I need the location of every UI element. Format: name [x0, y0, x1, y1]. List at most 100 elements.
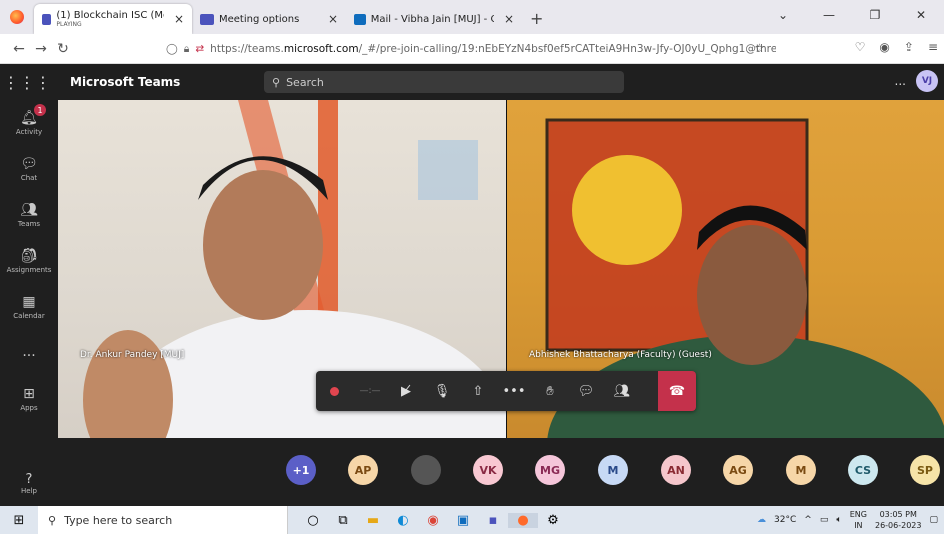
- close-window-icon[interactable]: ✕: [898, 8, 944, 22]
- url-path: /_#/pre-join-calling/19:nEbEYzN4bsf0ef5r…: [358, 43, 776, 55]
- share-button[interactable]: ⇧: [460, 371, 496, 411]
- search-placeholder: Search: [286, 75, 324, 89]
- back-icon[interactable]: ←: [8, 41, 30, 57]
- chat-icon: 💬︎: [577, 383, 595, 399]
- rail-item-assignments[interactable]: 🎒︎ Assignments: [0, 238, 58, 284]
- tab-list-icon[interactable]: ⌄: [760, 8, 806, 22]
- more-icon: •••: [502, 383, 526, 399]
- hang-up-icon: ☎: [668, 383, 686, 399]
- language-indicator[interactable]: ENG IN: [850, 509, 867, 531]
- user-avatar[interactable]: VJ: [916, 70, 938, 92]
- rail-item-help[interactable]: ? Help: [0, 472, 58, 506]
- tab-title: (1) Blockchain ISC (Meeting) | M: [56, 10, 164, 21]
- address-bar[interactable]: ◯ 🔒︎ ⇄ https://teams. microsoft.com/_#/pr…: [166, 37, 776, 61]
- participant-avatar[interactable]: CS: [848, 455, 878, 485]
- firefox-icon[interactable]: ●: [508, 512, 538, 528]
- participant-avatar[interactable]: +1: [286, 455, 316, 485]
- weather-icon[interactable]: ☁: [757, 515, 766, 525]
- app-launcher-icon[interactable]: ⋮⋮⋮: [0, 73, 54, 92]
- teams-icon[interactable]: ▪: [478, 513, 508, 528]
- notification-icon[interactable]: ▢: [929, 515, 938, 525]
- more-options-icon[interactable]: ...: [895, 74, 906, 88]
- share-icon: ⇧: [472, 383, 484, 399]
- close-tab-icon[interactable]: ×: [174, 12, 184, 26]
- participant-avatar[interactable]: MG: [535, 455, 565, 485]
- new-tab-button[interactable]: +: [530, 9, 543, 28]
- clock[interactable]: 03:05 PM 26-06-2023: [875, 509, 922, 531]
- more-actions-button[interactable]: •••: [496, 371, 532, 411]
- tab-meeting-options[interactable]: Meeting options ×: [192, 4, 346, 34]
- rail-item-activity[interactable]: 🔔︎ 1 Activity: [0, 100, 58, 146]
- close-tab-icon[interactable]: ×: [328, 12, 338, 26]
- participant-avatar[interactable]: AN: [661, 455, 691, 485]
- firefox-icon[interactable]: [0, 0, 34, 34]
- menu-icon[interactable]: ≡: [928, 40, 938, 54]
- rail-item-apps[interactable]: ⊞ Apps: [0, 376, 58, 422]
- people-button[interactable]: 👥︎: [604, 371, 640, 411]
- participant-avatar[interactable]: SP: [910, 455, 940, 485]
- chat-button[interactable]: 💬︎: [568, 371, 604, 411]
- reload-icon[interactable]: ↻: [52, 41, 74, 57]
- rail-item-more[interactable]: ...: [0, 330, 58, 376]
- shield-icon[interactable]: ◯: [166, 43, 178, 55]
- record-button[interactable]: [316, 371, 352, 411]
- raise-hand-button[interactable]: ✋︎: [532, 371, 568, 411]
- mic-button[interactable]: 🎙︎: [424, 371, 460, 411]
- rail-label: Apps: [20, 404, 38, 412]
- pocket-icon[interactable]: ♡: [855, 40, 866, 54]
- edge-icon[interactable]: ◐: [388, 513, 418, 528]
- outlook-icon[interactable]: ▣: [448, 513, 478, 528]
- forward-icon[interactable]: →: [30, 41, 52, 57]
- rail-label: Chat: [20, 174, 38, 182]
- participant-2-name: Abhishek Bhattacharya (Faculty) (Guest): [529, 350, 712, 360]
- teams-tab-icon: [200, 13, 214, 25]
- network-icon[interactable]: ▭: [820, 515, 829, 525]
- assignments-icon: 🎒︎: [20, 248, 38, 264]
- window-controls: ⌄ — ❐ ✕: [760, 0, 944, 30]
- record-icon: [329, 386, 339, 396]
- permissions-icon[interactable]: ⇄: [195, 43, 204, 55]
- camera-button[interactable]: ▶̸: [388, 371, 424, 411]
- minimize-icon[interactable]: —: [806, 8, 852, 22]
- cortana-icon[interactable]: ○: [298, 513, 328, 528]
- rail-label: Activity: [15, 128, 43, 136]
- calendar-icon: ▦: [22, 294, 36, 310]
- volume-icon[interactable]: 🔈︎: [836, 515, 841, 525]
- settings-icon[interactable]: ⚙: [538, 513, 568, 528]
- apps-icon: ⊞: [23, 386, 35, 402]
- tab-teams-meeting[interactable]: (1) Blockchain ISC (Meeting) | MPLAYING …: [34, 4, 192, 34]
- lang-label: ENG: [849, 510, 867, 519]
- restore-icon[interactable]: ❐: [852, 8, 898, 22]
- windows-start-icon[interactable]: ⊞: [0, 513, 38, 528]
- tray-chevron-icon[interactable]: ^: [804, 515, 812, 525]
- bookmark-star-icon[interactable]: ☆: [754, 41, 765, 55]
- teams-header: ⋮⋮⋮ Microsoft Teams ⚲ Search ... VJ: [0, 64, 944, 100]
- toolbar-icons: ♡ ◉ ⇪ ≡: [855, 40, 938, 54]
- participant-avatar[interactable]: AP: [348, 455, 378, 485]
- account-icon[interactable]: ◉: [879, 40, 889, 54]
- close-tab-icon[interactable]: ×: [504, 12, 514, 26]
- search-input[interactable]: ⚲ Search: [264, 71, 624, 93]
- extensions-icon[interactable]: ⇪: [904, 40, 914, 54]
- app-rail: 🔔︎ 1 Activity 💬︎ Chat 👥︎ Teams 🎒︎ Assignments…: [0, 100, 58, 506]
- taskbar-search-input[interactable]: ⚲ Type here to search: [38, 506, 288, 534]
- participant-avatar[interactable]: AG: [723, 455, 753, 485]
- rail-item-teams[interactable]: 👥︎ Teams: [0, 192, 58, 238]
- rail-item-chat[interactable]: 💬︎ Chat: [0, 146, 58, 192]
- teams-icon: 👥︎: [20, 202, 38, 218]
- rail-item-calendar[interactable]: ▦ Calendar: [0, 284, 58, 330]
- tab-title: Meeting options: [219, 13, 300, 25]
- tab-outlook-mail[interactable]: Mail - Vibha Jain [MUJ] - Outlo ×: [346, 4, 522, 34]
- task-view-icon[interactable]: ⧉: [328, 513, 358, 528]
- participant-photo-avatar[interactable]: [411, 455, 441, 485]
- participant-2-more-icon[interactable]: ···: [694, 350, 703, 360]
- participant-avatar[interactable]: M: [598, 455, 628, 485]
- file-explorer-icon[interactable]: ▬: [358, 513, 388, 528]
- participant-roster: +1 AP VK MG M AN AG M CS SP: [58, 438, 944, 506]
- rail-label: Assignments: [6, 266, 52, 274]
- participant-avatar[interactable]: VK: [473, 455, 503, 485]
- weather-temp[interactable]: 32°C: [774, 515, 796, 525]
- participant-avatar[interactable]: M: [786, 455, 816, 485]
- chrome-icon[interactable]: ◉: [418, 513, 448, 528]
- hang-up-button[interactable]: ☎: [658, 371, 696, 411]
